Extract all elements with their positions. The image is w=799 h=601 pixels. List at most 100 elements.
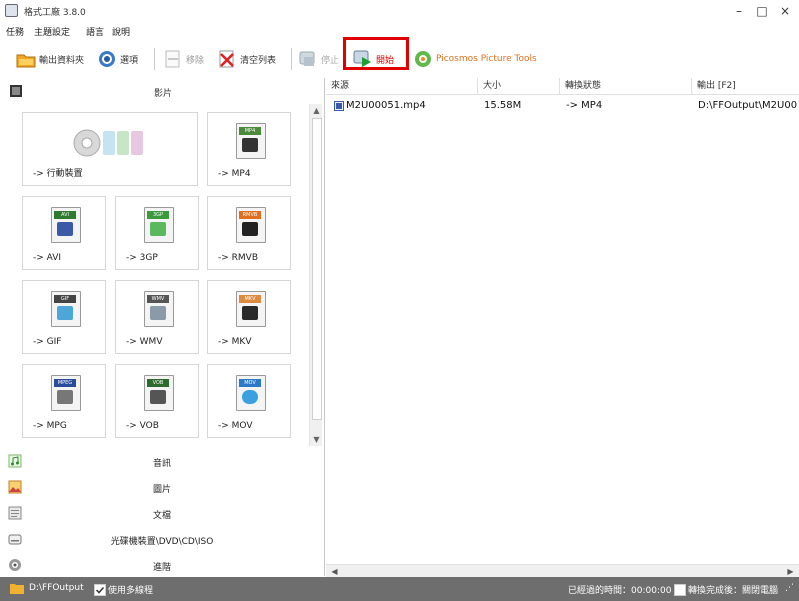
category-image[interactable]: 圖片 [0,474,324,500]
mobile-device-icon [73,125,153,161]
clear-list-icon [217,49,237,69]
mpg-file-icon: MPEG [51,375,81,411]
stop-icon [298,49,318,69]
mkv-file-icon: MKV [236,291,266,327]
tile-3gp[interactable]: 3GP -> 3GP [115,196,199,270]
avi-file-icon: AVI [51,207,81,243]
gif-file-icon: GIF [51,291,81,327]
tiles-scrollbar[interactable]: ▲ ▼ [309,104,322,446]
output-folder-button[interactable]: 輸出資料夾 [16,46,84,72]
wmv-file-icon: WMV [144,291,174,327]
column-header-size[interactable]: 大小 [478,78,560,95]
after-convert-label: 轉換完成後：關閉電腦 [688,586,779,596]
title-bar: 格式工廠 3.8.0 – □ × [0,0,799,22]
tile-label: -> RMVB [218,253,258,263]
remove-icon [163,49,183,69]
options-label: 選項 [120,55,139,66]
category-label: 進階 [152,563,171,573]
maximize-button[interactable]: □ [750,2,774,20]
row-status: -> MP4 [566,100,603,111]
tile-rmvb[interactable]: RMVB -> RMVB [207,196,291,270]
clear-list-button[interactable]: 清空列表 [217,46,276,72]
video-category-label: 影片 [153,89,172,99]
output-folder-label: 輸出資料夾 [39,55,85,66]
tile-avi[interactable]: AVI -> AVI [22,196,106,270]
3gp-file-icon: 3GP [144,207,174,243]
tile-label: -> AVI [33,253,62,263]
tile-vob[interactable]: VOB -> VOB [115,364,199,438]
tile-label: -> WMV [126,337,163,347]
category-label: 音訊 [152,459,171,469]
mp4-file-icon: MP4 [236,123,266,159]
column-header-source[interactable]: 來源 [326,78,478,95]
toolbar-separator [291,48,292,70]
tile-label: -> MKV [218,337,252,347]
tile-gif[interactable]: GIF -> GIF [22,280,106,354]
multithread-checkbox[interactable] [94,584,106,596]
elapsed-time-text: 已經過的時間：00:00:00 [568,586,672,596]
menu-help[interactable]: 說明 [112,25,130,38]
video-file-icon [334,101,344,111]
status-bar: D:\FFOutput 使用多線程 已經過的時間：00:00:00 轉換完成後：… [0,577,799,601]
scroll-up-arrow-icon[interactable]: ▲ [310,104,323,117]
row-size: 15.58M [484,100,522,111]
picosmos-button[interactable]: Picosmos Picture Tools [413,46,537,72]
after-convert-checkbox[interactable] [674,584,686,596]
category-document[interactable]: 文檔 [0,500,324,526]
tile-mkv[interactable]: MKV -> MKV [207,280,291,354]
scrollbar-thumb[interactable] [312,118,322,420]
row-source: M2U00051.mp4 [346,100,426,111]
tile-label: -> MP4 [218,169,251,179]
table-horizontal-scrollbar[interactable]: ◀ ▶ [326,564,799,577]
category-disc[interactable]: 光碟機裝置\DVD\CD\ISO [0,526,324,552]
menu-theme[interactable]: 主題設定 [34,25,70,38]
start-label: 開始 [376,55,395,66]
category-audio[interactable]: 音訊 [0,448,324,474]
tile-mp4[interactable]: MP4 -> MP4 [207,112,291,186]
category-label: 光碟機裝置\DVD\CD\ISO [110,537,214,547]
folder-icon [16,49,36,69]
options-gear-icon [97,49,117,69]
rmvb-file-icon: RMVB [236,207,266,243]
picosmos-label: Picosmos Picture Tools [436,54,537,64]
menu-task[interactable]: 任務 [6,25,24,38]
column-header-output[interactable]: 輸出 [F2] [692,78,799,95]
tile-label: -> VOB [126,421,159,431]
tile-mpg[interactable]: MPEG -> MPG [22,364,106,438]
scroll-down-arrow-icon[interactable]: ▼ [310,433,323,446]
task-table: 來源 大小 轉換狀態 輸出 [F2] M2U00051.mp4 15.58M -… [326,78,799,576]
menu-language[interactable]: 語言 [86,25,104,38]
mov-file-icon: MOV [236,375,266,411]
minimize-button[interactable]: – [727,2,751,20]
column-header-status[interactable]: 轉換狀態 [560,78,692,95]
tile-label: -> MPG [33,421,67,431]
start-button[interactable]: 開始 [353,46,394,72]
options-button[interactable]: 選項 [97,46,138,72]
table-row[interactable]: M2U00051.mp4 15.58M -> MP4 D:\FFOutput\M… [326,97,799,115]
tile-mov[interactable]: MOV -> MOV [207,364,291,438]
app-icon [5,4,18,17]
remove-button[interactable]: 移除 [163,46,204,72]
stop-button[interactable]: 停止 [298,46,339,72]
category-advanced[interactable]: 進階 [0,552,324,578]
multithread-label: 使用多線程 [108,586,154,596]
tile-wmv[interactable]: WMV -> WMV [115,280,199,354]
category-label: 文檔 [152,511,171,521]
video-category-header[interactable]: 影片 [5,82,321,102]
vob-file-icon: VOB [144,375,174,411]
close-button[interactable]: × [773,2,797,20]
toolbar: 輸出資料夾 選項 移除 清空列表 停止 開始 Picosmos Picture … [0,40,799,78]
window-title: 格式工廠 3.8.0 [24,8,86,18]
picosmos-icon [413,49,433,69]
row-output: D:\FFOutput\M2U00 [698,100,798,111]
tile-mobile-device[interactable]: -> 行動裝置 [22,112,198,186]
tile-label: -> 行動裝置 [33,169,83,179]
output-path-text[interactable]: D:\FFOutput [29,583,84,593]
start-icon [353,49,373,69]
output-folder-status-icon[interactable] [10,582,24,594]
stop-label: 停止 [321,55,340,66]
resize-grip-icon[interactable]: ⋰ [785,583,794,593]
tile-label: -> 3GP [126,253,158,263]
clear-list-label: 清空列表 [240,55,277,66]
category-panel: 影片 -> 行動裝置 MP4 -> MP4 AVI -> AVI 3GP -> … [0,78,325,576]
